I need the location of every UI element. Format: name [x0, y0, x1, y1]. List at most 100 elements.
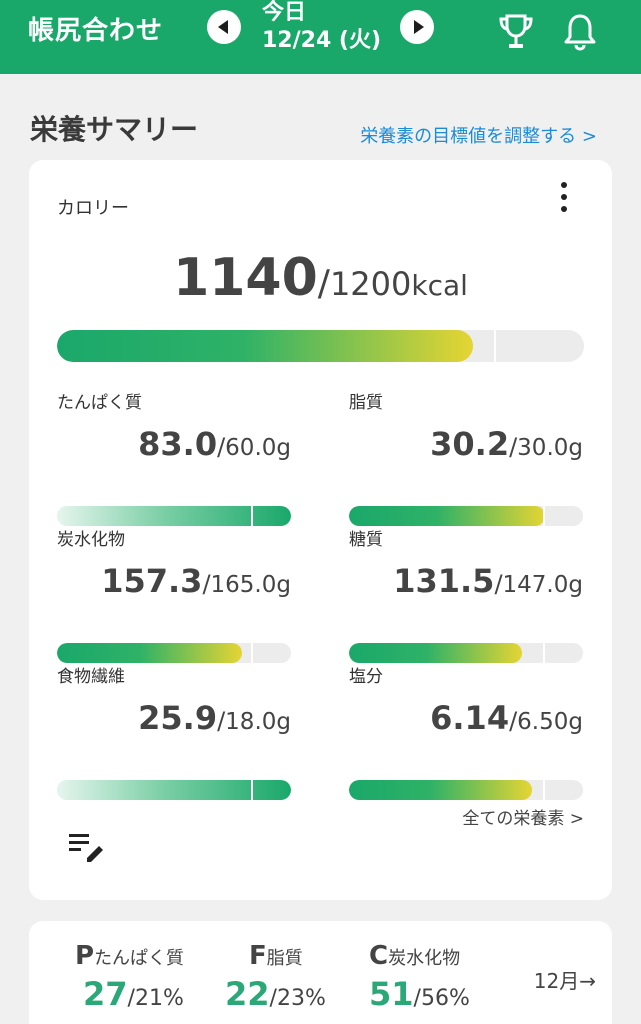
pfc-balance-card[interactable]: Pたんぱく質 27/21% F脂質 22/23% C炭水化物 51/56% 12… — [29, 921, 612, 1024]
nutrient-values: 157.3/165.0g — [57, 562, 291, 600]
date-value[interactable]: 12/24 (火) — [262, 28, 381, 54]
nutrient-progress-fill — [57, 643, 242, 663]
pfc-value: 51 — [369, 975, 414, 1013]
nutrient-slash: / — [217, 707, 226, 735]
nutrient-label: 塩分 — [349, 667, 383, 687]
edit-list-icon[interactable] — [69, 832, 105, 862]
nutrient-label: 糖質 — [349, 530, 383, 550]
nutrient-protein[interactable]: たんぱく質 83.0/60.0g — [57, 388, 291, 526]
nutrient-unit: g — [568, 709, 583, 735]
nutrient-goal-marker — [251, 643, 254, 663]
nutrition-summary-card: カロリー 1140/1200kcal たんぱく質 83.0/60.0g 脂質 3… — [29, 160, 612, 900]
bell-icon[interactable] — [562, 12, 598, 52]
pfc-letter: C — [369, 941, 389, 971]
nutrient-progress-fill — [57, 780, 291, 800]
pfc-value: 27 — [83, 975, 128, 1013]
nutrient-slash: / — [494, 570, 503, 598]
nutrient-goal: 6.50 — [517, 709, 569, 735]
nutrient-progress-bar — [57, 643, 291, 663]
nutrient-slash: / — [509, 707, 518, 735]
nutrient-salt[interactable]: 塩分 6.14/6.50g — [349, 662, 583, 800]
all-nutrients-link[interactable]: 全ての栄養素 > — [462, 804, 584, 829]
nutrient-goal-marker — [251, 506, 254, 526]
nutrient-goal-marker — [251, 780, 254, 800]
nutrient-progress-fill — [57, 506, 291, 526]
date-label: 今日 — [262, 0, 307, 25]
nutrient-value: 131.5 — [393, 562, 495, 600]
nutrient-values: 131.5/147.0g — [349, 562, 583, 600]
nutrient-progress-bar — [57, 506, 291, 526]
nutrient-progress-bar — [57, 780, 291, 800]
nutrient-goal-marker — [543, 780, 546, 800]
nutrient-carbohydrate[interactable]: 炭水化物 157.3/165.0g — [57, 525, 291, 663]
nutrient-goal-marker — [543, 643, 546, 663]
nutrient-goal: 165.0 — [210, 572, 277, 598]
pfc-label: たんぱく質 — [94, 948, 185, 969]
nutrient-goal-marker — [543, 506, 546, 526]
pfc-letter: F — [249, 941, 267, 971]
nutrient-values: 25.9/18.0g — [57, 699, 291, 737]
nutrient-progress-fill — [349, 643, 522, 663]
pfc-target: /21% — [127, 986, 184, 1011]
calorie-goal: 1200 — [329, 265, 412, 303]
nutrient-unit: g — [276, 435, 291, 461]
pfc-letter: P — [75, 941, 95, 971]
nutrient-slash: / — [509, 433, 518, 461]
app-header: 帳尻合わせ 今日 12/24 (火) — [0, 0, 641, 74]
calorie-readout: 1140/1200kcal — [29, 248, 612, 308]
nutrient-progress-bar — [349, 780, 583, 800]
nutrition-summary-title: 栄養サマリー — [30, 113, 199, 146]
pfc-target: /23% — [269, 986, 326, 1011]
nutrient-progress-fill — [349, 506, 546, 526]
pfc-protein: Pたんぱく質 27/21% — [75, 941, 184, 1013]
nutrient-goal: 30.0 — [517, 435, 569, 461]
nutrient-values: 83.0/60.0g — [57, 425, 291, 463]
nutrient-label: たんぱく質 — [57, 393, 142, 413]
nutrient-slash: / — [202, 570, 211, 598]
nutrient-progress-bar — [349, 643, 583, 663]
nutrient-label: 食物繊維 — [57, 667, 125, 687]
next-day-button[interactable] — [400, 10, 434, 44]
nutrient-goal: 60.0 — [225, 435, 277, 461]
pfc-value: 22 — [225, 975, 270, 1013]
adjust-targets-link[interactable]: 栄養素の目標値を調整する > — [360, 122, 597, 148]
nutrient-unit: g — [276, 709, 291, 735]
pfc-target: /56% — [413, 986, 470, 1011]
nutrient-unit: g — [568, 572, 583, 598]
calorie-label: カロリー — [57, 198, 129, 219]
nutrient-label: 炭水化物 — [57, 530, 125, 550]
pfc-label: 炭水化物 — [388, 948, 461, 969]
nutrient-fat[interactable]: 脂質 30.2/30.0g — [349, 388, 583, 526]
monthly-view-link[interactable]: 12月→ — [534, 965, 596, 994]
calorie-slash: / — [317, 263, 330, 304]
app-title: 帳尻合わせ — [28, 16, 164, 46]
previous-day-button[interactable] — [207, 10, 241, 44]
nutrient-value: 25.9 — [138, 699, 218, 737]
pfc-carbohydrate: C炭水化物 51/56% — [369, 941, 470, 1013]
nutrient-sugar[interactable]: 糖質 131.5/147.0g — [349, 525, 583, 663]
calorie-unit: kcal — [411, 269, 468, 302]
nutrient-values: 30.2/30.0g — [349, 425, 583, 463]
nutrient-values: 6.14/6.50g — [349, 699, 583, 737]
nutrient-progress-fill — [349, 780, 532, 800]
nutrient-label: 脂質 — [349, 393, 383, 413]
trophy-icon[interactable] — [498, 12, 534, 52]
nutrient-value: 30.2 — [430, 425, 510, 463]
nutrient-unit: g — [276, 572, 291, 598]
nutrient-goal: 18.0 — [225, 709, 277, 735]
back-arrow-icon — [218, 20, 228, 34]
more-vertical-icon[interactable] — [560, 182, 568, 212]
nutrient-value: 6.14 — [430, 699, 510, 737]
pfc-fat: F脂質 22/23% — [225, 941, 326, 1013]
nutrient-value: 83.0 — [138, 425, 218, 463]
nutrient-progress-bar — [349, 506, 583, 526]
calorie-goal-marker — [494, 330, 497, 362]
forward-arrow-icon — [413, 20, 424, 34]
calorie-value: 1140 — [173, 248, 318, 308]
nutrient-value: 157.3 — [101, 562, 203, 600]
pfc-label: 脂質 — [266, 948, 303, 969]
nutrient-fiber[interactable]: 食物繊維 25.9/18.0g — [57, 662, 291, 800]
nutrient-slash: / — [217, 433, 226, 461]
nutrient-unit: g — [568, 435, 583, 461]
nutrient-goal: 147.0 — [502, 572, 569, 598]
